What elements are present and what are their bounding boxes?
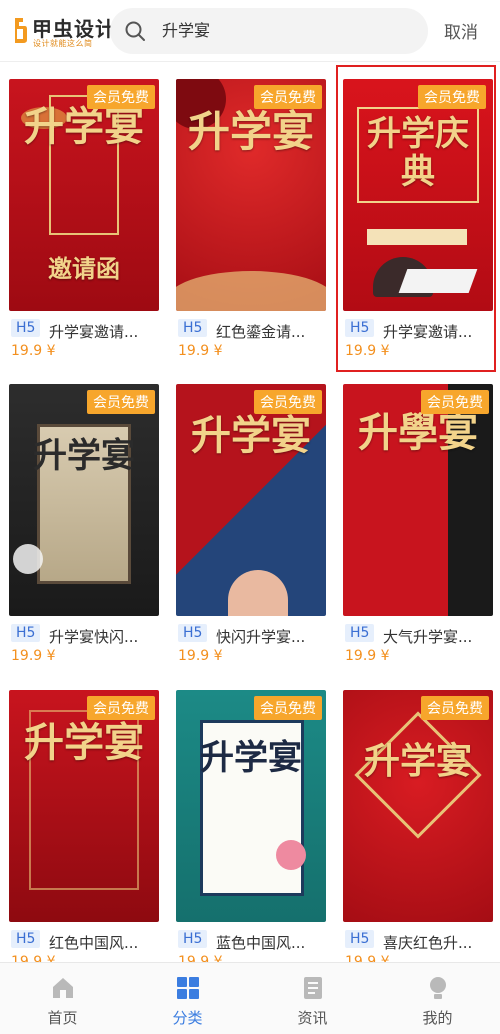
template-name[interactable]: 蓝色中国风...: [216, 932, 328, 953]
logo[interactable]: 甲虫设计 设计就能这么简: [12, 12, 115, 50]
template-price: 19.9 ¥: [178, 343, 223, 359]
member-free-badge: 会员免费: [254, 696, 322, 720]
member-free-badge: 会员免费: [418, 85, 486, 109]
template-card[interactable]: 升学宴 会员免费 H5 喜庆红色升... 19.9 ¥: [343, 690, 493, 990]
type-tag: H5: [178, 624, 208, 642]
template-poster[interactable]: 升学宴: [343, 690, 493, 922]
template-name[interactable]: 红色鎏金请...: [216, 321, 328, 342]
template-poster[interactable]: 升学庆典: [343, 79, 493, 311]
template-poster[interactable]: 升学宴: [176, 690, 326, 922]
member-free-badge: 会员免费: [254, 390, 322, 414]
template-name[interactable]: 快闪升学宴...: [216, 626, 328, 647]
template-card[interactable]: 升学宴 会员免费 H5 升学宴快闪... 19.9 ¥: [9, 384, 159, 684]
poster-title: 升学宴: [24, 719, 144, 766]
template-card[interactable]: 升学宴 会员免费 H5 红色中国风... 19.9 ¥: [9, 690, 159, 990]
template-poster[interactable]: 升学宴: [176, 79, 326, 311]
member-free-badge: 会员免费: [421, 390, 489, 414]
nav-category[interactable]: 分类: [125, 963, 250, 1034]
template-poster[interactable]: 升学宴: [9, 384, 159, 616]
template-poster[interactable]: 升学宴: [9, 690, 159, 922]
template-poster[interactable]: 升学宴: [176, 384, 326, 616]
poster-title: 升学宴: [33, 436, 135, 476]
template-card[interactable]: 升学宴 邀请函 会员免费 H5 升学宴邀请... 19.9 ¥: [9, 79, 159, 379]
template-price: 19.9 ¥: [345, 343, 390, 359]
poster-title: 升学宴: [187, 107, 314, 156]
type-tag: H5: [11, 930, 41, 948]
type-tag: H5: [345, 624, 375, 642]
template-card-selected[interactable]: 升学庆典 会员免费 H5 升学宴邀请... 19.9 ¥: [336, 65, 496, 372]
top-header: 甲虫设计 设计就能这么简 取消: [0, 0, 500, 62]
nav-news[interactable]: 资讯: [250, 963, 375, 1034]
search-input[interactable]: [162, 8, 412, 54]
poster-title: 升学庆典: [367, 114, 469, 192]
member-free-badge: 会员免费: [87, 390, 155, 414]
cancel-button[interactable]: 取消: [444, 18, 478, 43]
template-name[interactable]: 大气升学宴...: [383, 626, 495, 647]
nav-label: 我的: [422, 1009, 453, 1027]
type-tag: H5: [178, 319, 208, 337]
bottom-nav: 首页 分类 资讯 我的: [0, 962, 500, 1034]
poster-title: 升学宴: [24, 103, 144, 150]
poster-title: 升学宴: [191, 412, 311, 459]
poster-title: 升学宴: [200, 738, 302, 778]
template-price: 19.9 ¥: [11, 343, 56, 359]
template-price: 19.9 ¥: [11, 648, 56, 664]
news-icon: [304, 977, 322, 999]
type-tag: H5: [178, 930, 208, 948]
template-name[interactable]: 喜庆红色升...: [383, 932, 495, 953]
member-free-badge: 会员免费: [87, 696, 155, 720]
template-name[interactable]: 升学宴邀请...: [49, 321, 161, 342]
member-free-badge: 会员免费: [421, 696, 489, 720]
member-free-badge: 会员免费: [87, 85, 155, 109]
template-card[interactable]: 升学宴 会员免费 H5 蓝色中国风... 19.9 ¥: [176, 690, 326, 990]
type-tag: H5: [345, 930, 375, 948]
home-icon: [53, 978, 73, 998]
template-grid: 升学宴 邀请函 会员免费 H5 升学宴邀请... 19.9 ¥ 升学宴 会员免费…: [0, 62, 500, 970]
template-name[interactable]: 升学宴快闪...: [49, 626, 161, 647]
template-card[interactable]: 升學宴 会员免费 H5 大气升学宴... 19.9 ¥: [343, 384, 493, 684]
template-card[interactable]: 升学宴 会员免费 H5 快闪升学宴... 19.9 ¥: [176, 384, 326, 684]
template-name[interactable]: 升学宴邀请...: [383, 321, 495, 342]
nav-profile[interactable]: 我的: [375, 963, 500, 1034]
search-bar[interactable]: [110, 8, 428, 54]
nav-label: 分类: [172, 1009, 203, 1027]
template-price: 19.9 ¥: [345, 648, 390, 664]
nav-home[interactable]: 首页: [0, 963, 125, 1034]
user-icon: [430, 977, 446, 999]
logo-icon: [15, 18, 27, 43]
search-icon: [125, 21, 145, 41]
type-tag: H5: [345, 319, 375, 337]
type-tag: H5: [11, 624, 41, 642]
template-card[interactable]: 升学宴 会员免费 H5 红色鎏金请... 19.9 ¥: [176, 79, 326, 379]
type-tag: H5: [11, 319, 41, 337]
logo-subtitle: 设计就能这么简: [33, 39, 93, 48]
nav-label: 资讯: [297, 1009, 328, 1027]
poster-title: 升學宴: [358, 409, 478, 456]
template-poster[interactable]: 升学宴 邀请函: [9, 79, 159, 311]
poster-title: 升学宴: [363, 740, 472, 782]
nav-label: 首页: [47, 1009, 78, 1027]
member-free-badge: 会员免费: [254, 85, 322, 109]
template-name[interactable]: 红色中国风...: [49, 932, 161, 953]
poster-subtitle: 邀请函: [48, 254, 120, 283]
template-poster[interactable]: 升學宴: [343, 384, 493, 616]
grid-icon: [177, 977, 199, 999]
template-price: 19.9 ¥: [178, 648, 223, 664]
